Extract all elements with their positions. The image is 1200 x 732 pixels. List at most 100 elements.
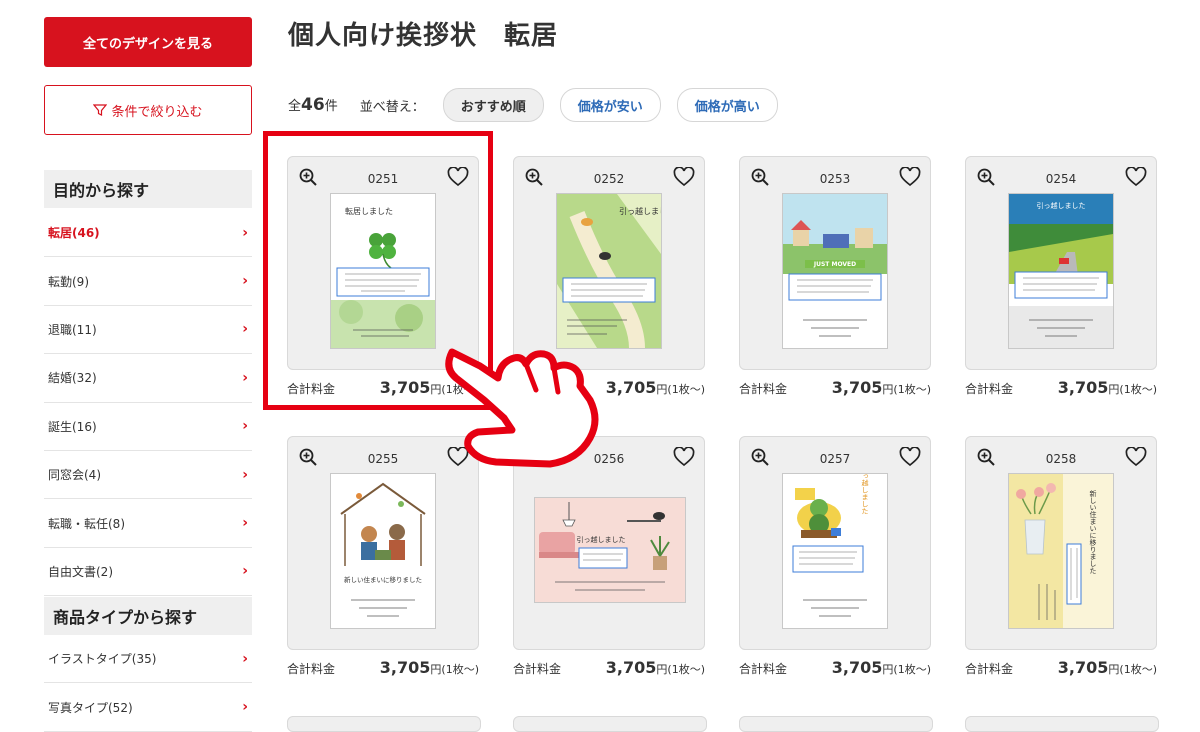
chevron-right-icon: › [242, 515, 248, 532]
price-value: 3,705円(1枚～) [832, 658, 931, 677]
price-unit: 円(1枚～) [882, 383, 931, 396]
sidebar-item-illustration[interactable]: イラストタイプ(35) › [44, 635, 252, 684]
product-card[interactable]: 0252 引っ越しました 合計料金 3,705円(1枚～) [513, 156, 705, 397]
card-thumbnail[interactable]: 0254 引っ越しました [965, 156, 1157, 370]
heart-icon[interactable] [447, 447, 469, 467]
design-title-text: 新しい住まいに移りました [344, 575, 422, 584]
chevron-right-icon: › [242, 321, 248, 338]
purpose-heading-text: 目的から探す [53, 181, 150, 200]
price-amount: 3,705 [605, 378, 657, 397]
sidebar-item-marriage[interactable]: 結婚(32) › [44, 354, 252, 403]
heart-icon[interactable] [673, 447, 695, 467]
product-card[interactable]: 0253 JUST MOVED 合計料金 3,705円(1枚～) [739, 156, 931, 397]
heart-icon[interactable] [447, 167, 469, 187]
price-label: 合計料金 [739, 662, 788, 676]
sidebar-item-transfer[interactable]: 転勤(9) › [44, 257, 252, 306]
sidebar-item-label: 写真タイプ(52) [48, 700, 133, 715]
sidebar-item-label: 誕生(16) [48, 419, 97, 434]
card-design-image: 引っ越しました [534, 497, 686, 603]
price-value: 3,705円(1枚～) [380, 378, 479, 397]
price-value: 3,705円(1枚～) [380, 658, 479, 677]
sidebar-item-label: 転職・転任(8) [48, 516, 125, 531]
sidebar-item-label: 転居(46) [48, 226, 100, 241]
design-title-text: 引っ越しました [861, 474, 869, 515]
product-card[interactable]: 0254 引っ越しました 合計料金 3,705円(1枚～) [965, 156, 1157, 397]
sidebar-item-retirement[interactable]: 退職(11) › [44, 306, 252, 355]
product-card[interactable]: 0256 引っ越しました 合計料金 3,705円(1枚～) [513, 436, 705, 677]
sidebar-item-free-text[interactable]: 自由文書(2) › [44, 548, 252, 597]
design-title-text: 引っ越しました [1037, 201, 1086, 210]
price-label: 合計料金 [965, 662, 1014, 676]
sidebar-item-move[interactable]: 転居(46) › [44, 209, 252, 258]
price-unit: 円(1枚～) [1108, 383, 1157, 396]
price-row: 合計料金 3,705円(1枚～) [965, 658, 1157, 677]
filter-label: 条件で絞り込む [111, 104, 203, 120]
sidebar-item-reunion[interactable]: 同窓会(4) › [44, 451, 252, 500]
product-card[interactable]: 0255 新しい住まいに移りました 合計料金 3,705円(1枚～) [287, 436, 479, 677]
sidebar-item-label: 同窓会(4) [48, 468, 101, 483]
card-design-image: JUST MOVED [782, 193, 888, 349]
sidebar-item-photo[interactable]: 写真タイプ(52) › [44, 683, 252, 732]
card-design-image: 新しい住まいに移りました [1008, 473, 1114, 629]
product-card[interactable]: 0258 新しい住まいに移りました 合計料金 3,705円(1枚～) [965, 436, 1157, 677]
filter-button[interactable]: 条件で絞り込む [44, 85, 252, 135]
product-card[interactable]: 0257 引っ越しました 合計料金 3,705円(1枚～) [739, 436, 931, 677]
all-designs-button[interactable]: 全てのデザインを見る [44, 17, 252, 67]
product-card-partial[interactable] [739, 716, 933, 732]
price-unit: 円(1枚～) [656, 663, 705, 676]
design-title-text: 転居しました [345, 207, 393, 216]
all-designs-label: 全てのデザインを見る [82, 36, 213, 52]
price-unit: 円(1枚～) [430, 663, 479, 676]
card-thumbnail[interactable]: 0258 新しい住まいに移りました [965, 436, 1157, 650]
heart-icon[interactable] [1125, 167, 1147, 187]
heart-icon[interactable] [899, 167, 921, 187]
price-unit: 円(1枚～) [656, 383, 705, 396]
card-thumbnail[interactable]: 0257 引っ越しました [739, 436, 931, 650]
price-label: 合計料金 [513, 382, 562, 396]
card-thumbnail[interactable]: 0255 新しい住まいに移りました [287, 436, 479, 650]
price-value: 3,705円(1枚～) [606, 378, 705, 397]
sort-recommended-button[interactable]: おすすめ順 [442, 88, 544, 122]
heart-icon[interactable] [899, 447, 921, 467]
price-row: 合計料金 3,705円(1枚～) [287, 378, 479, 397]
price-label: 合計料金 [287, 662, 336, 676]
price-amount: 3,705 [379, 658, 431, 677]
price-unit: 円(1枚～) [882, 663, 931, 676]
price-value: 3,705円(1枚～) [832, 378, 931, 397]
page-title: 個人向け挨拶状 転居 [288, 21, 559, 51]
card-thumbnail[interactable]: 0251 転居しました [287, 156, 479, 370]
card-design-image: 新しい住まいに移りました [330, 473, 436, 629]
heart-icon[interactable] [1125, 447, 1147, 467]
card-thumbnail[interactable]: 0256 引っ越しました [513, 436, 705, 650]
card-design-image: 転居しました [330, 193, 436, 349]
sidebar-item-label: 結婚(32) [48, 371, 97, 386]
card-thumbnail[interactable]: 0253 JUST MOVED [739, 156, 931, 370]
sort-price-low-button[interactable]: 価格が安い [559, 88, 661, 122]
product-card-partial[interactable] [513, 716, 707, 732]
sidebar-item-birth[interactable]: 誕生(16) › [44, 403, 252, 451]
chevron-right-icon: › [242, 650, 248, 667]
price-row: 合計料金 3,705円(1枚～) [965, 378, 1157, 397]
price-label: 合計料金 [739, 382, 788, 396]
sidebar-item-label: 転勤(9) [48, 274, 89, 289]
count-value: 46 [301, 95, 325, 115]
card-thumbnail[interactable]: 0252 引っ越しました [513, 156, 705, 370]
chevron-right-icon: › [242, 466, 248, 483]
sort-label: 並べ替え： [359, 99, 425, 115]
sidebar-item-label: 退職(11) [48, 322, 97, 337]
heart-icon[interactable] [673, 167, 695, 187]
price-label: 合計料金 [287, 382, 336, 396]
design-title-text: JUST MOVED [813, 261, 856, 268]
price-row: 合計料金 3,705円(1枚～) [513, 658, 705, 677]
product-card-partial[interactable] [965, 716, 1159, 732]
sidebar-item-job-change[interactable]: 転職・転任(8) › [44, 499, 252, 548]
chevron-right-icon: › [242, 699, 248, 716]
price-row: 合計料金 3,705円(1枚～) [513, 378, 705, 397]
product-card[interactable]: 0251 転居しました 合計料金 3,705円(1枚～) [287, 156, 479, 397]
price-amount: 3,705 [1057, 378, 1109, 397]
price-value: 3,705円(1枚～) [606, 658, 705, 677]
product-card-partial[interactable] [287, 716, 481, 732]
price-amount: 3,705 [831, 658, 883, 677]
count-suffix: 件 [324, 99, 338, 114]
sort-price-high-button[interactable]: 価格が高い [676, 88, 778, 122]
